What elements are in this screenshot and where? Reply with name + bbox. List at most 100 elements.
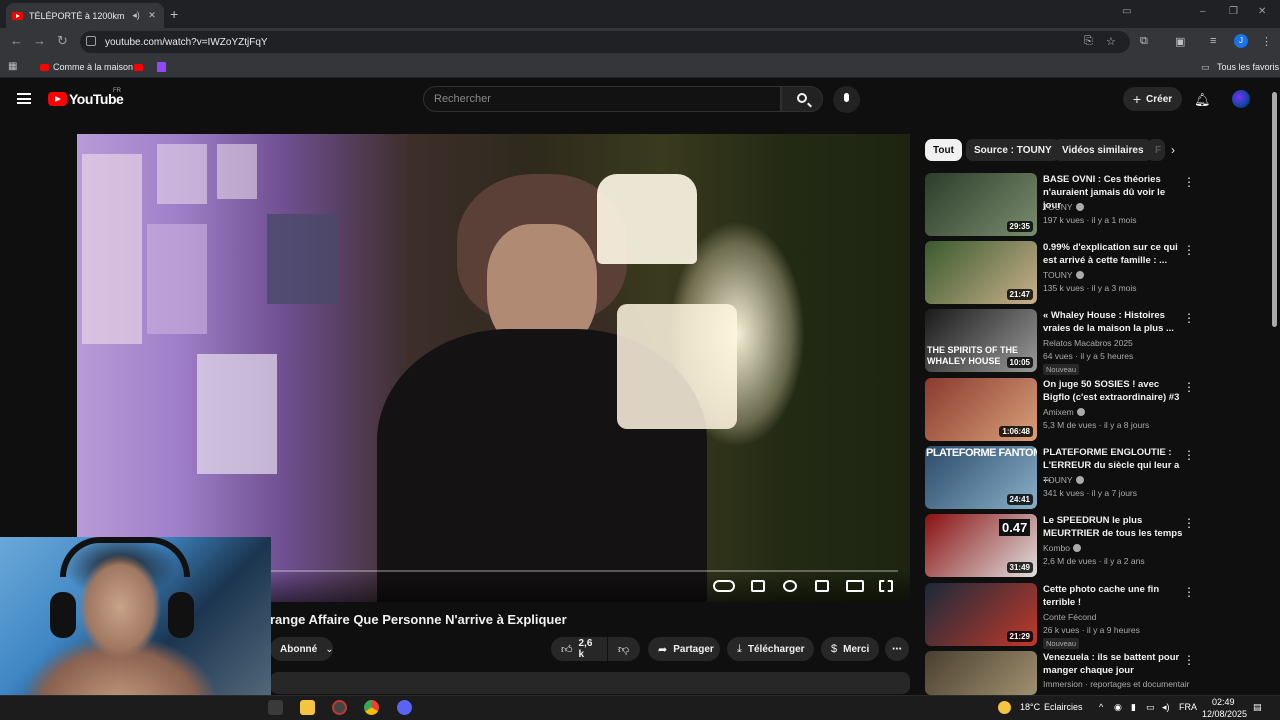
recommendation-title[interactable]: Le SPEEDRUN le plus MEURTRIER de tous le… xyxy=(1043,514,1183,540)
recommendation-item[interactable]: Venezuela : ils se battent pour manger c… xyxy=(925,651,1265,695)
more-options-icon[interactable]: ⋮ xyxy=(1183,585,1195,599)
cast-icon[interactable]: ▣ xyxy=(1175,35,1185,48)
chip-similar[interactable]: Vidéos similaires xyxy=(1054,139,1152,161)
recommendation-title[interactable]: On juge 50 SOSIES ! avec Bigflo (c'est e… xyxy=(1043,378,1183,404)
close-tab-icon[interactable]: ✕ xyxy=(146,10,158,21)
channel-name[interactable]: Relatos Macabros 2025 xyxy=(1043,338,1133,348)
media-control-icon[interactable]: ≡ xyxy=(1210,35,1216,47)
channel-name[interactable]: TOUNY xyxy=(1043,202,1084,212)
scrollbar[interactable] xyxy=(1272,92,1277,327)
chevron-right-icon[interactable]: › xyxy=(1171,143,1175,157)
youtube-logo-icon[interactable] xyxy=(48,92,67,106)
dislike-button[interactable]: 👎︎ xyxy=(608,637,640,661)
notification-center-icon[interactable]: ▤ xyxy=(1253,702,1262,713)
clock-date[interactable]: 12/08/2025 xyxy=(1202,709,1247,719)
recommendation-thumbnail[interactable]: PLATEFORME FANTOME 24:41 xyxy=(925,446,1037,509)
channel-name[interactable]: Kombo xyxy=(1043,543,1081,553)
restore-icon[interactable]: ❐ xyxy=(1229,6,1238,17)
recommendation-item[interactable]: 21:29 Cette photo cache une fin terrible … xyxy=(925,583,1265,649)
recommendation-item[interactable]: 29:35 BASE OVNI : Ces théories n'auraient… xyxy=(925,173,1265,237)
account-avatar[interactable] xyxy=(1232,90,1250,108)
twitch-shortcut-icon[interactable] xyxy=(157,62,166,72)
back-icon[interactable]: ← xyxy=(10,33,23,48)
subscribed-button[interactable]: Abonné ⌄ xyxy=(270,637,334,661)
apps-grid-icon[interactable]: ▦ xyxy=(8,61,17,72)
minimize-icon[interactable]: – xyxy=(1200,6,1206,17)
recommendation-thumbnail[interactable]: 0.47 31:49 xyxy=(925,514,1037,577)
speaker-icon[interactable]: ◂) xyxy=(130,10,142,21)
window-app-icon[interactable]: ▭ xyxy=(1122,6,1131,17)
more-options-icon[interactable]: ⋮ xyxy=(1183,243,1195,257)
recommendation-title[interactable]: « Whaley House : Histoires vraies de la … xyxy=(1043,309,1183,335)
fullscreen-icon[interactable] xyxy=(879,580,893,592)
browser-menu-icon[interactable]: ⋮ xyxy=(1261,35,1272,48)
tray-mic-icon[interactable]: ▮ xyxy=(1131,702,1136,713)
obs-icon[interactable] xyxy=(332,700,347,715)
more-actions-icon[interactable]: ⋯ xyxy=(885,637,909,661)
recommendation-thumbnail[interactable]: 21:29 xyxy=(925,583,1037,646)
channel-name[interactable]: Amixem xyxy=(1043,407,1085,417)
notifications-bell-icon[interactable]: 🔔︎ xyxy=(1194,92,1211,108)
recommendation-title[interactable]: 0.99% d'explication sur ce qui est arriv… xyxy=(1043,241,1183,267)
weather-text[interactable]: Eclaircies xyxy=(1044,702,1083,712)
tray-record-icon[interactable]: ◉ xyxy=(1114,702,1122,713)
bookmark-comme-a-la-maison[interactable]: Comme à la maison xyxy=(53,62,133,72)
extensions-icon[interactable]: ⧉ xyxy=(1140,35,1148,48)
recommendation-item[interactable]: PLATEFORME FANTOME 24:41 PLATEFORME ENGLOU… xyxy=(925,446,1265,510)
chip-all[interactable]: Tout xyxy=(925,139,962,161)
recommendation-thumbnail[interactable]: 29:35 xyxy=(925,173,1037,236)
share-button[interactable]: ➦ Partager xyxy=(648,637,720,661)
address-input[interactable]: youtube.com/watch?v=IWZoYZtjFqY xyxy=(80,31,1130,53)
all-bookmarks-link[interactable]: Tous les favoris xyxy=(1217,62,1279,72)
chip-more[interactable]: F xyxy=(1147,139,1165,161)
recommendation-item[interactable]: 1:06:48 On juge 50 SOSIES ! avec Bigflo (… xyxy=(925,378,1265,442)
task-view-icon[interactable] xyxy=(268,700,283,715)
search-input[interactable]: Rechercher xyxy=(423,86,781,112)
profile-avatar[interactable]: J xyxy=(1234,34,1248,48)
clock-time[interactable]: 02:49 xyxy=(1212,697,1235,707)
settings-gear-icon[interactable] xyxy=(783,580,797,592)
channel-name[interactable]: TOUNY xyxy=(1043,270,1084,280)
more-options-icon[interactable]: ⋮ xyxy=(1183,380,1195,394)
recommendation-thumbnail[interactable]: 1:06:48 xyxy=(925,378,1037,441)
description-box[interactable] xyxy=(270,672,910,694)
tray-chevron-icon[interactable]: ^ xyxy=(1099,702,1103,712)
thanks-button[interactable]: $ Merci xyxy=(821,637,879,661)
browser-tab-active[interactable]: TÉLÉPORTÉ à 1200km : Cet ◂) ✕ xyxy=(6,3,164,28)
recommendation-title[interactable]: Venezuela : ils se battent pour manger c… xyxy=(1043,651,1183,677)
more-options-icon[interactable]: ⋮ xyxy=(1183,653,1195,667)
file-explorer-icon[interactable] xyxy=(300,700,315,715)
hamburger-menu-icon[interactable] xyxy=(17,93,31,104)
chrome-icon[interactable] xyxy=(364,700,379,715)
network-icon[interactable]: ▭ xyxy=(1146,702,1155,713)
recommendation-item[interactable]: 0.47 31:49 Le SPEEDRUN le plus MEURTRIER d… xyxy=(925,514,1265,578)
youtube-shortcut-icon[interactable] xyxy=(134,64,143,71)
chip-source[interactable]: Source : TOUNY xyxy=(966,139,1060,161)
temperature[interactable]: 18°C xyxy=(1020,702,1040,712)
voice-search-icon[interactable] xyxy=(833,86,860,113)
recommendation-item[interactable]: 21:47 0.99% d'explication sur ce qui est … xyxy=(925,241,1265,305)
more-options-icon[interactable]: ⋮ xyxy=(1183,516,1195,530)
volume-icon[interactable]: ◂) xyxy=(1162,702,1170,713)
bookmark-star-icon[interactable]: ☆ xyxy=(1106,35,1116,48)
recommendation-title[interactable]: Cette photo cache une fin terrible ! xyxy=(1043,583,1183,609)
language-indicator[interactable]: FRA xyxy=(1179,702,1197,712)
close-window-icon[interactable]: ✕ xyxy=(1258,6,1266,17)
recommendation-thumbnail[interactable]: THE SPIRITS OF THE WHALEY HOUSE 10:05 xyxy=(925,309,1037,372)
new-tab-button[interactable]: + xyxy=(170,6,178,22)
channel-name[interactable]: Conte Fécond xyxy=(1043,612,1096,622)
more-options-icon[interactable]: ⋮ xyxy=(1183,311,1195,325)
like-button[interactable]: 👍︎ 2,6 k xyxy=(551,637,607,661)
theater-mode-icon[interactable] xyxy=(846,580,864,592)
download-button[interactable]: ⤓ Télécharger xyxy=(727,637,814,661)
discord-icon[interactable] xyxy=(397,700,412,715)
miniplayer-icon[interactable] xyxy=(815,580,829,592)
install-app-icon[interactable]: ⎘ xyxy=(1084,35,1093,48)
create-button[interactable]: + Créer xyxy=(1123,87,1182,111)
recommendation-thumbnail[interactable]: 21:47 xyxy=(925,241,1037,304)
recommendation-thumbnail[interactable] xyxy=(925,651,1037,695)
site-info-icon[interactable] xyxy=(86,36,96,46)
forward-icon[interactable]: → xyxy=(33,33,46,48)
channel-name[interactable]: TOUNY xyxy=(1043,475,1084,485)
more-options-icon[interactable]: ⋮ xyxy=(1183,175,1195,189)
